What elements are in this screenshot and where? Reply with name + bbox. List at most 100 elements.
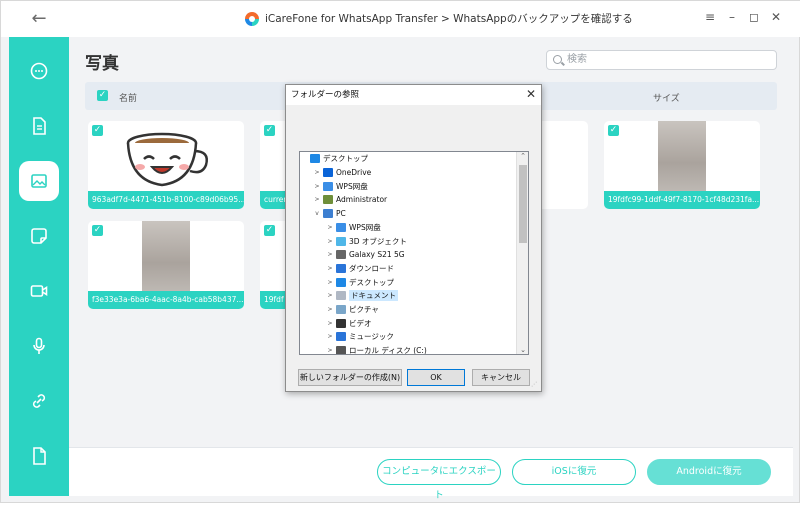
title-bar: ← iCareFone for WhatsApp Transfer > What… — [1, 1, 800, 37]
folder-tree-label: Administrator — [336, 195, 388, 205]
link-icon — [32, 394, 46, 408]
expand-chevron-icon[interactable]: > — [326, 306, 334, 313]
select-all-checkbox[interactable]: ✓ — [97, 90, 108, 101]
expand-chevron-icon[interactable]: > — [326, 224, 334, 231]
folder-tree-item[interactable]: > ミュージック — [300, 330, 394, 344]
folder-tree-label: WPS网盘 — [349, 222, 381, 232]
expand-chevron-icon[interactable]: > — [326, 333, 334, 340]
thumbnail-caption: 963adf7d-4471-451b-8100-c89d06b95... — [88, 191, 244, 209]
sidebar-item-links[interactable] — [19, 381, 59, 421]
new-folder-button[interactable]: 新しいフォルダーの作成(N) — [298, 369, 402, 386]
thumbnail-checkbox[interactable]: ✓ — [92, 225, 103, 236]
folder-icon — [336, 236, 346, 246]
thumbnail-checkbox[interactable]: ✓ — [264, 125, 275, 136]
folder-tree-item[interactable]: > WPS网盘 — [300, 179, 368, 193]
restore-to-android-button[interactable]: Androidに復元 — [647, 459, 771, 485]
window-title: iCareFone for WhatsApp Transfer > WhatsA… — [265, 13, 633, 25]
folder-tree-item[interactable]: > WPS网盘 — [300, 221, 381, 235]
folder-icon — [336, 222, 346, 232]
resize-grip-icon[interactable]: ⋰ — [531, 381, 539, 389]
scroll-up-icon[interactable]: ⌃ — [517, 152, 528, 160]
search-input[interactable]: 検索 — [546, 50, 777, 70]
maximize-icon[interactable]: ◻ — [747, 10, 761, 24]
ok-button[interactable]: OK — [407, 369, 465, 386]
thumbnail-checkbox[interactable]: ✓ — [264, 225, 275, 236]
folder-icon — [336, 263, 346, 273]
folder-tree[interactable]: > ローカル ディスク (C:) > ミュージック > ビデオ > ピクチャ > ドキュメント > デ… — [299, 151, 529, 355]
folder-tree-item[interactable]: > ピクチャ — [300, 303, 379, 317]
photo-thumbnail[interactable]: ✓ f3e33e3a-6ba6-4aac-8a4b-cab58b437... — [88, 221, 244, 309]
folder-tree-item[interactable]: > ダウンロード — [300, 262, 394, 276]
app-logo-icon — [245, 11, 259, 26]
sidebar-item-videos[interactable] — [19, 271, 59, 311]
folder-icon — [323, 209, 333, 219]
thumbnail-checkbox[interactable]: ✓ — [92, 125, 103, 136]
folder-icon — [336, 332, 346, 342]
expand-chevron-icon[interactable]: > — [326, 279, 334, 286]
sidebar-item-chats[interactable] — [19, 51, 59, 91]
sidebar-item-files[interactable] — [19, 436, 59, 476]
close-icon[interactable]: ✕ — [769, 10, 783, 24]
thumbnail-checkbox[interactable]: ✓ — [608, 125, 619, 136]
sidebar-item-documents[interactable] — [19, 106, 59, 146]
folder-tree-item[interactable]: > Administrator — [300, 193, 387, 207]
sidebar-item-audio[interactable] — [19, 326, 59, 366]
folder-tree-label: WPS网盘 — [336, 181, 368, 191]
expand-chevron-icon[interactable]: > — [313, 183, 321, 190]
folder-tree-item[interactable]: > Galaxy S21 5G — [300, 248, 405, 262]
window-title-group: iCareFone for WhatsApp Transfer > WhatsA… — [245, 11, 633, 26]
photo-thumbnail[interactable]: ✓ 19fdfc99-1ddf-49f7-8170-1cf48d231fa... — [604, 121, 760, 209]
microphone-icon — [33, 337, 45, 354]
expand-chevron-icon[interactable]: > — [326, 320, 334, 327]
expand-chevron-icon[interactable]: > — [326, 251, 334, 258]
file-icon — [33, 447, 46, 465]
photo-image — [658, 121, 706, 191]
expand-chevron-icon[interactable]: > — [313, 169, 321, 176]
folder-icon — [336, 250, 346, 260]
folder-tree-item[interactable]: >3D オブジェクト — [300, 234, 407, 248]
export-to-computer-button[interactable]: コンピュータにエクスポート — [377, 459, 501, 501]
folder-tree-label: ダウンロード — [349, 263, 394, 273]
expand-chevron-icon[interactable]: > — [313, 196, 321, 203]
folder-tree-item[interactable]: > ドキュメント — [300, 289, 398, 303]
folder-tree-item[interactable]: デスクトップ — [300, 152, 368, 166]
folder-tree-label: Galaxy S21 5G — [349, 250, 405, 260]
expand-chevron-icon[interactable]: > — [326, 265, 334, 272]
chat-bubble-icon — [30, 62, 48, 80]
folder-icon — [323, 195, 333, 205]
expand-chevron-icon[interactable]: v — [313, 210, 321, 217]
folder-tree-item[interactable]: > OneDrive — [300, 166, 371, 180]
folder-icon — [336, 305, 346, 315]
restore-to-ios-button[interactable]: iOSに復元 — [512, 459, 636, 485]
scroll-thumb[interactable] — [519, 165, 527, 243]
folder-tree-label: デスクトップ — [323, 154, 368, 164]
folder-icon — [310, 154, 320, 164]
minimize-icon[interactable]: – — [725, 10, 739, 24]
folder-tree-item[interactable]: v PC — [300, 207, 346, 221]
folder-tree-label: ミュージック — [349, 332, 394, 342]
tree-scrollbar[interactable]: ⌃ ⌄ — [516, 152, 528, 354]
dialog-close-icon[interactable]: ✕ — [526, 87, 536, 101]
expand-chevron-icon[interactable]: > — [326, 347, 334, 354]
expand-chevron-icon[interactable]: > — [326, 292, 334, 299]
cancel-button[interactable]: キャンセル — [472, 369, 530, 386]
folder-tree-item[interactable]: > ローカル ディスク (C:) — [300, 344, 427, 354]
folder-icon — [323, 181, 333, 191]
page-title: 写真 — [85, 54, 119, 74]
folder-tree-label: ピクチャ — [349, 305, 379, 315]
action-footer: コンピュータにエクスポート iOSに復元 Androidに復元 — [69, 447, 793, 501]
scroll-down-icon[interactable]: ⌄ — [517, 346, 528, 354]
folder-tree-label: デスクトップ — [349, 277, 394, 287]
menu-icon[interactable]: ≡ — [703, 10, 717, 24]
folder-tree-label: ビデオ — [349, 318, 372, 328]
sidebar-item-stickers[interactable] — [19, 216, 59, 256]
expand-chevron-icon[interactable]: > — [326, 238, 334, 245]
back-arrow-icon[interactable]: ← — [27, 10, 51, 28]
folder-tree-label: PC — [336, 209, 346, 219]
video-icon — [30, 285, 48, 297]
sidebar-item-photos[interactable] — [19, 161, 59, 201]
folder-tree-item[interactable]: > デスクトップ — [300, 275, 394, 289]
document-icon — [33, 117, 46, 135]
folder-tree-item[interactable]: > ビデオ — [300, 316, 372, 330]
photo-thumbnail[interactable]: ✓ 963adf7d-4471-451b-8100-c89d06b95... — [88, 121, 244, 209]
